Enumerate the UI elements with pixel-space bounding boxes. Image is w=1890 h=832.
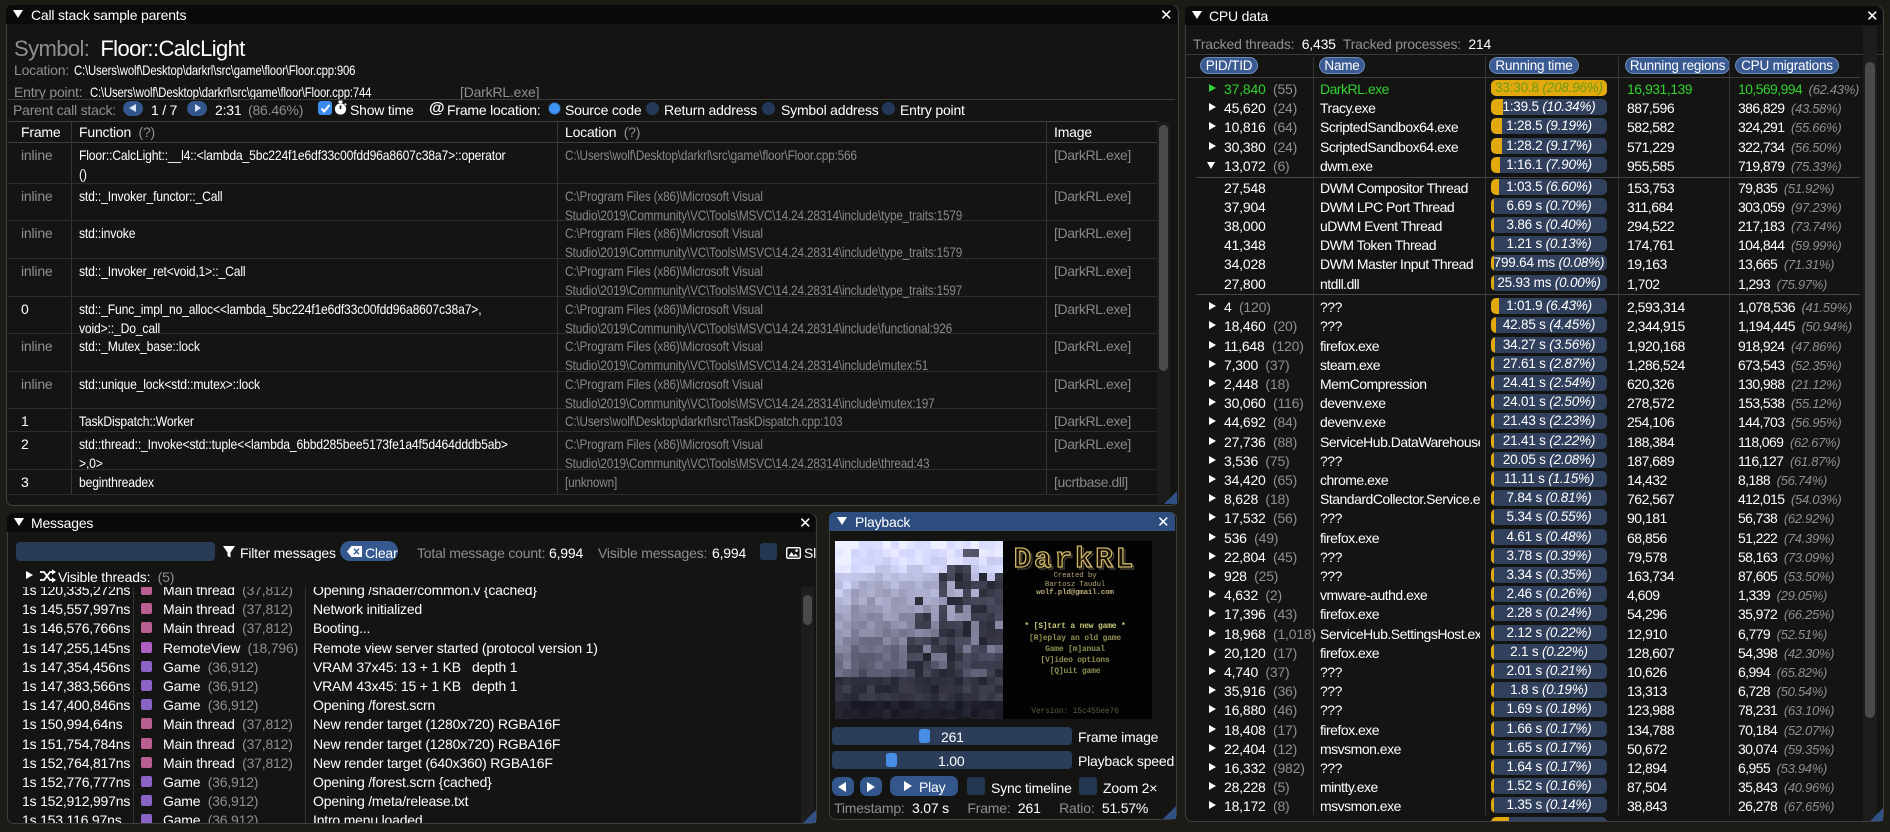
svg-text:Bartosz Taudul: Bartosz Taudul (1045, 581, 1106, 589)
svg-text:[V]ideo options: [V]ideo options (1040, 656, 1109, 665)
svg-text:[Q]uit game: [Q]uit game (1050, 667, 1101, 676)
svg-text:[R]eplay an old game: [R]eplay an old game (1029, 634, 1121, 643)
svg-text:* [S]tart a new game *: * [S]tart a new game * (1024, 622, 1125, 631)
svg-text:Game [m]anual: Game [m]anual (1045, 645, 1105, 654)
svg-text:Created by: Created by (1053, 572, 1097, 580)
svg-text:wolf.pld@gmail.com: wolf.pld@gmail.com (1036, 589, 1114, 597)
svg-text:Version: 15c455ee76: Version: 15c455ee76 (1031, 707, 1119, 716)
